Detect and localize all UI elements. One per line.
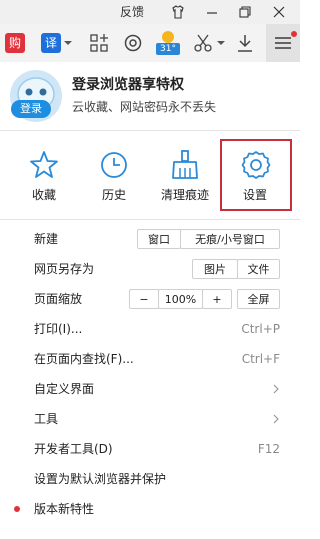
zoom-level: 100%	[158, 289, 203, 309]
menu-label: 自定义界面	[34, 382, 95, 396]
user-section[interactable]: 登录 登录浏览器享特权 云收藏、网站密码永不丢失	[0, 62, 300, 130]
menu-label: 页面缩放	[34, 292, 83, 306]
chevron-right-icon	[270, 383, 282, 395]
shopping-icon[interactable]: 购	[4, 24, 26, 62]
history-label: 历史	[101, 188, 126, 202]
gear-icon	[239, 148, 273, 182]
translate-icon[interactable]: 译	[40, 24, 62, 62]
shortcut: Ctrl+F	[241, 352, 280, 366]
login-button[interactable]: 登录	[11, 100, 51, 118]
menu-label: 在页面内查找(F)...	[34, 352, 134, 366]
save-as-image-button[interactable]: 图片	[192, 259, 238, 279]
star-icon	[27, 148, 61, 182]
save-as-file-button[interactable]: 文件	[237, 259, 280, 279]
menu-label: 设置为默认浏览器并保护	[34, 472, 167, 486]
menu-item-find[interactable]: 在页面内查找(F)... Ctrl+F	[0, 344, 300, 374]
scissors-icon[interactable]	[192, 24, 214, 62]
new-incognito-window-button[interactable]: 无痕/小号窗口	[180, 229, 280, 249]
broom-icon	[168, 148, 202, 182]
toolbar: 购 译 31°	[0, 24, 300, 63]
menu-label: 打印(I)...	[34, 322, 83, 336]
tshirt-icon[interactable]	[170, 0, 186, 24]
weather-icon[interactable]: 31°	[155, 24, 181, 62]
menu-icon[interactable]	[266, 24, 300, 62]
new-dot	[14, 506, 20, 512]
notification-dot	[291, 31, 297, 37]
shop-label: 购	[5, 33, 25, 53]
menu-label: 网页另存为	[34, 262, 95, 276]
feedback-link[interactable]: 反馈	[120, 0, 144, 24]
bookmarks-button[interactable]: 收藏	[9, 140, 79, 210]
chevron-right-icon	[270, 413, 282, 425]
login-title[interactable]: 登录浏览器享特权	[72, 74, 184, 94]
divider	[0, 219, 300, 220]
menu-item-print[interactable]: 打印(I)... Ctrl+P	[0, 314, 300, 344]
clock-icon	[97, 148, 131, 182]
menu-item-new-features[interactable]: 版本新特性	[0, 494, 300, 524]
menu-item-tools[interactable]: 工具	[0, 404, 300, 434]
close-icon[interactable]	[272, 0, 286, 24]
menu-item-customize[interactable]: 自定义界面	[0, 374, 300, 404]
menu-label: 开发者工具(D)	[34, 442, 113, 456]
at-icon[interactable]	[122, 24, 144, 62]
shortcut: F12	[257, 442, 280, 456]
download-icon[interactable]	[234, 24, 256, 62]
settings-button[interactable]: 设置	[220, 139, 292, 211]
menu-item-zoom: 页面缩放 − 100% + 全屏	[0, 284, 300, 314]
divider	[0, 130, 300, 131]
menu-item-save-as: 网页另存为 图片 文件	[0, 254, 300, 284]
history-button[interactable]: 历史	[79, 140, 149, 210]
zoom-out-button[interactable]: −	[129, 289, 159, 309]
weather-temp: 31°	[156, 43, 180, 55]
menu-item-set-default[interactable]: 设置为默认浏览器并保护	[0, 464, 300, 494]
menu-item-new: 新建 窗口 无痕/小号窗口	[0, 224, 300, 254]
menu-label: 工具	[34, 412, 59, 426]
settings-label: 设置	[242, 188, 267, 202]
clear-traces-button[interactable]: 清理痕迹	[150, 140, 220, 210]
new-window-button[interactable]: 窗口	[137, 229, 181, 249]
translate-label: 译	[41, 33, 61, 53]
menu-item-devtools[interactable]: 开发者工具(D) F12	[0, 434, 300, 464]
minimize-icon[interactable]	[205, 0, 219, 24]
menu-label: 版本新特性	[34, 502, 95, 516]
bookmarks-label: 收藏	[31, 188, 56, 202]
zoom-in-button[interactable]: +	[202, 289, 232, 309]
main-menu-panel: 登录 登录浏览器享特权 云收藏、网站密码永不丢失 收藏 历史 清理痕迹 设置 新…	[0, 62, 300, 539]
chevron-down-icon[interactable]	[63, 24, 73, 62]
shortcut: Ctrl+P	[241, 322, 280, 336]
fullscreen-button[interactable]: 全屏	[237, 289, 280, 309]
login-subtitle: 云收藏、网站密码永不丢失	[72, 100, 217, 114]
restore-icon[interactable]	[238, 0, 252, 24]
clear-traces-label: 清理痕迹	[160, 188, 209, 202]
menu-label: 新建	[34, 232, 59, 246]
title-bar: 反馈	[0, 0, 300, 24]
chevron-down-icon[interactable]	[216, 24, 226, 62]
apps-icon[interactable]	[88, 24, 110, 62]
